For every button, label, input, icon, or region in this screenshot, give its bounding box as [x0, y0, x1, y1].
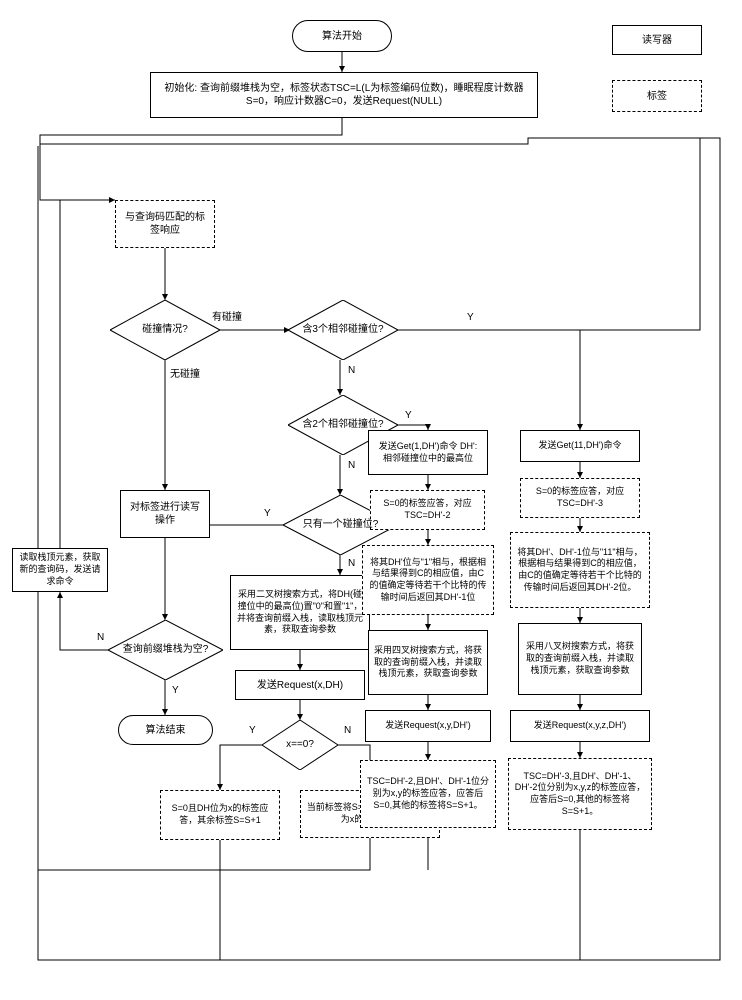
process-dh-and-1: 将其DH'位与"1"相与，根据相与结果得到C的相应值，由C的值确定等待若干个比特… [362, 545, 494, 615]
process-s0-resp2: S=0的标签应答，对应TSC=DH'-2 [370, 490, 485, 530]
decision-stack-empty-text: 查询前缀堆栈为空? [120, 644, 212, 656]
process-s0-dh-x: S=0且DH位为x的标签应答，其余标签S=S+1 [160, 790, 280, 840]
terminator-start: 算法开始 [292, 20, 392, 52]
process-req-xyz: 发送Request(x,y,z,DH') [510, 710, 650, 742]
label-no-collision: 无碰撞 [168, 365, 202, 380]
decision-three-adj: 含3个相邻碰撞位? [288, 300, 398, 360]
process-tsc-dh2: TSC=DH'-2,且DH'、DH'-1位分别为x,y的标签应答，应答后S=0,… [360, 760, 496, 828]
label-stack-n: N [95, 632, 106, 643]
decision-x-eq-0: x==0? [262, 720, 338, 770]
process-dh-and-11: 将其DH'、DH'-1位与"11"相与，根据相与结果得到C的相应值，由C的值确定… [510, 532, 650, 608]
process-pop-stack: 读取栈顶元素，获取新的查询码，发送请求命令 [12, 548, 108, 592]
label-3adj-y: Y [465, 312, 476, 323]
process-match-response: 与查询码匹配的标签响应 [115, 200, 215, 248]
decision-one-only-text: 只有一个碰撞位? [295, 519, 387, 531]
decision-x-eq-0-text: x==0? [270, 739, 331, 751]
decision-two-adj-text: 含2个相邻碰撞位? [299, 419, 387, 431]
label-has-collision: 有碰撞 [210, 308, 244, 323]
label-3adj-n: N [346, 365, 357, 376]
label-x0-y: Y [247, 725, 258, 736]
label-1only-y: Y [262, 508, 273, 519]
process-s0-resp3: S=0的标签应答，对应TSC=DH'-3 [520, 478, 640, 518]
label-1only-n: N [346, 558, 357, 569]
process-rw-tag: 对标签进行读写操作 [120, 490, 210, 538]
decision-stack-empty: 查询前缀堆栈为空? [108, 620, 223, 680]
label-stack-y: Y [170, 685, 181, 696]
decision-collision-text: 碰撞情况? [121, 324, 209, 336]
legend-reader: 读写器 [612, 25, 702, 55]
label-x0-n: N [342, 725, 353, 736]
process-init: 初始化: 查询前缀堆栈为空，标签状态TSC=L(L为标签编码位数)，睡眠程度计数… [150, 72, 538, 118]
label-2adj-y: Y [403, 410, 414, 421]
process-req-xdh: 发送Request(x,DH) [235, 670, 365, 700]
decision-three-adj-text: 含3个相邻碰撞位? [299, 324, 387, 336]
decision-collision: 碰撞情况? [110, 300, 220, 360]
process-send-get1: 发送Get(1,DH')命令 DH': 相邻碰撞位中的最高位 [368, 430, 488, 475]
process-tsc-dh3: TSC=DH'-3,且DH'、DH'-1、DH'-2位分别为x,y,z的标签应答… [508, 758, 652, 830]
label-2adj-n: N [346, 460, 357, 471]
process-binary-tree: 采用二叉树搜索方式，将DH(碰撞位中的最高位)置"0"和置"1"，并将查询前缀入… [230, 575, 370, 650]
process-req-xy: 发送Request(x,y,DH') [365, 710, 491, 742]
process-oct-tree: 采用八叉树搜索方式，将获取的查询前缀入栈，并读取栈顶元素，获取查询参数 [518, 623, 642, 695]
terminator-end: 算法结束 [118, 715, 213, 745]
legend-tag: 标签 [612, 80, 702, 112]
process-send-get11: 发送Get(11,DH')命令 [520, 430, 640, 462]
process-quad-tree: 采用四叉树搜索方式，将获取的查询前缀入栈，并读取栈顶元素，获取查询参数 [368, 630, 488, 695]
